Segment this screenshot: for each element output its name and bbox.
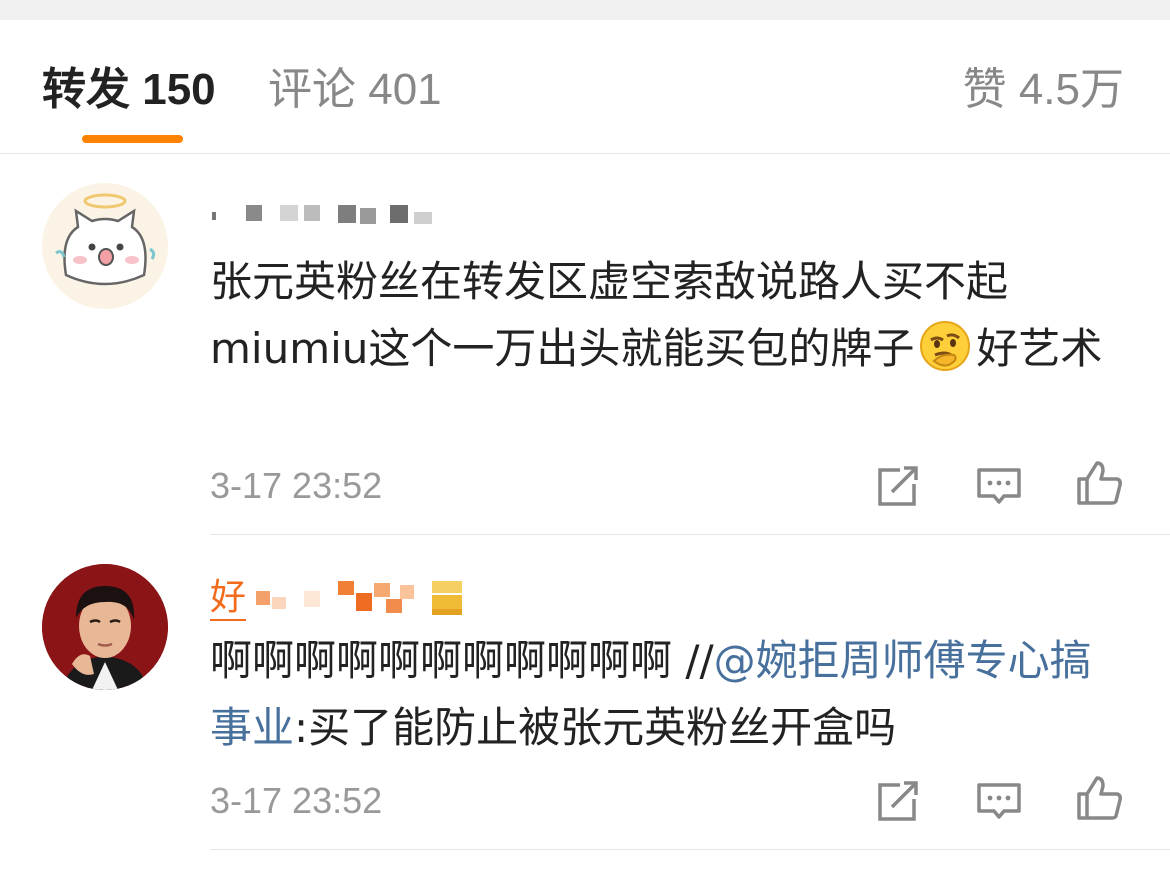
- comment-text: 张元英粉丝在转发区虚空索敌说路人买不起miumiu这个一万出头就能买包的牌子 好…: [210, 248, 1110, 382]
- comment-icon[interactable]: [974, 462, 1024, 510]
- comment-text-part: :买了能防止被张元英粉丝开盒吗: [294, 703, 897, 752]
- like-icon[interactable]: [1075, 459, 1125, 507]
- list-item: 张元英粉丝在转发区虚空索敌说路人买不起miumiu这个一万出头就能买包的牌子 好…: [0, 153, 1170, 535]
- tab-likes[interactable]: 赞 4.5万: [963, 64, 1124, 116]
- tab-bar: 转发 150 评论 401 赞 4.5万: [0, 20, 1170, 154]
- comment-text-part: 啊啊啊啊啊啊啊啊啊啊啊 //: [210, 636, 714, 685]
- repost-icon[interactable]: [872, 777, 922, 825]
- tab-likes-label: 赞: [962, 65, 1007, 114]
- tab-likes-count: 4.5万: [1018, 65, 1124, 114]
- like-icon[interactable]: [1075, 774, 1125, 822]
- tab-comments-count: 401: [368, 65, 442, 114]
- comment-text-part: 张元英粉丝在转发区虚空索敌说路人买不起miumiu这个一万出头就能买包的牌子: [210, 257, 1009, 373]
- avatar[interactable]: [42, 183, 168, 309]
- username-obscured[interactable]: 好: [210, 575, 480, 621]
- avatar[interactable]: [42, 564, 168, 690]
- tab-reposts-label: 转发: [42, 65, 130, 114]
- repost-icon[interactable]: [872, 462, 922, 510]
- username-visible-char: 好: [210, 575, 247, 621]
- comment-icon[interactable]: [974, 777, 1024, 825]
- active-tab-indicator: [82, 135, 183, 143]
- cartoon-boy-avatar-icon: [42, 564, 168, 690]
- cat-angel-avatar-icon: [42, 183, 168, 309]
- username-obscured[interactable]: [210, 198, 440, 238]
- item-divider: [210, 849, 1170, 850]
- tab-comments[interactable]: 评论 401: [268, 64, 442, 116]
- timestamp: 3-17 23:52: [210, 465, 383, 506]
- tab-reposts[interactable]: 转发 150: [42, 64, 216, 116]
- comment-text-part: 好艺术: [976, 324, 1103, 373]
- tab-comments-label: 评论: [268, 65, 356, 114]
- thinking-emoji-icon: [918, 319, 972, 373]
- list-item: 好 啊啊啊啊啊啊啊啊啊啊啊 //@婉拒周师傅专心搞事业:买了能防止被张元英粉丝开…: [0, 535, 1170, 877]
- comment-text: 啊啊啊啊啊啊啊啊啊啊啊 //@婉拒周师傅专心搞事业:买了能防止被张元英粉丝开盒吗: [210, 627, 1110, 761]
- tab-reposts-count: 150: [142, 65, 216, 114]
- status-strip: [0, 0, 1170, 20]
- timestamp: 3-17 23:52: [210, 780, 383, 821]
